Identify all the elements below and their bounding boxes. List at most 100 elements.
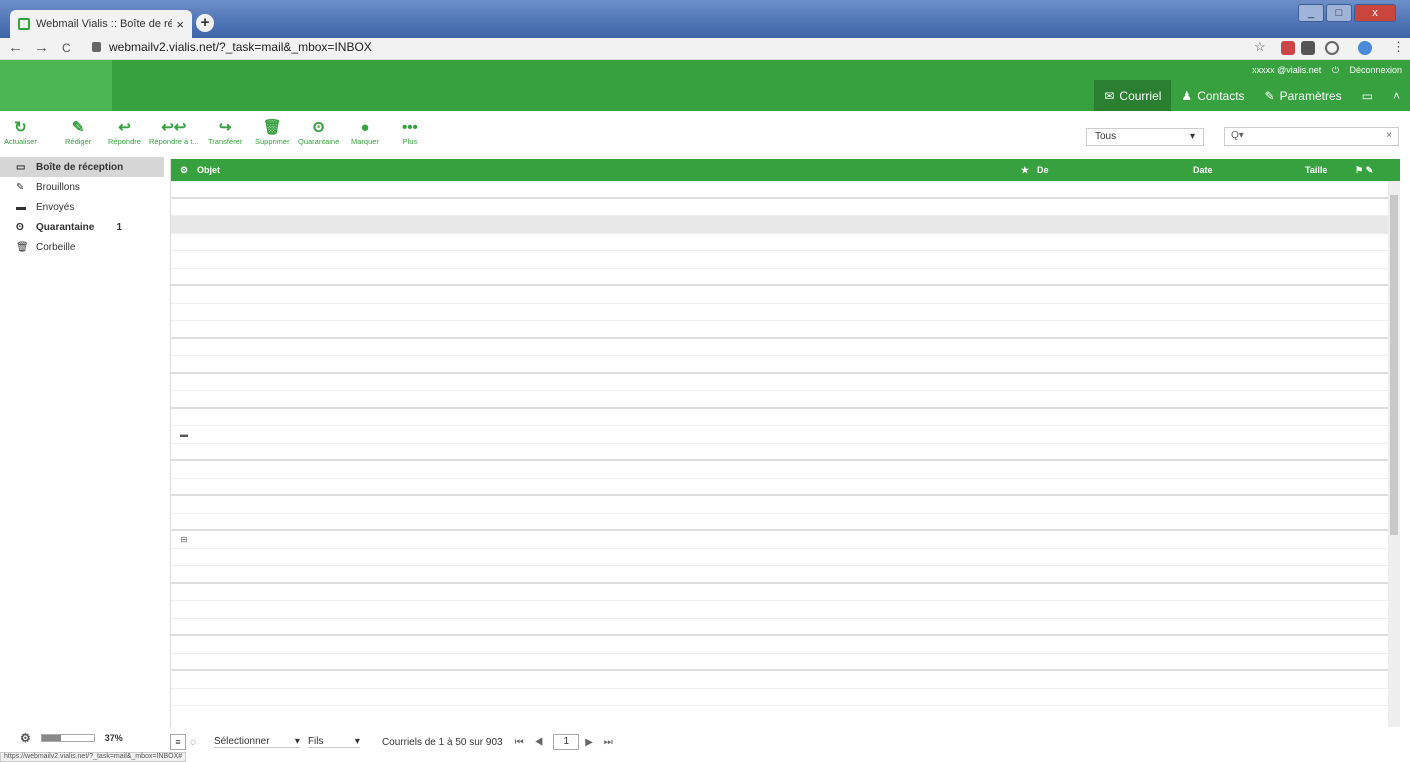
table-row[interactable] — [171, 689, 1400, 706]
minimize-button[interactable]: _ — [1298, 4, 1324, 22]
table-row[interactable] — [171, 391, 1400, 409]
wrench-icon: ✎ — [1264, 88, 1275, 103]
logout-link[interactable]: ⏻ Déconnexion — [1332, 65, 1402, 75]
list-view-button[interactable]: ≡ — [170, 734, 186, 750]
filter-select[interactable]: Tous ▾ — [1086, 128, 1204, 146]
quarantine-label: Quarantaine — [298, 137, 340, 146]
select-dropdown[interactable]: Sélectionner ▾ — [213, 736, 300, 748]
table-row[interactable] — [171, 269, 1400, 286]
table-row[interactable] — [171, 234, 1400, 251]
table-row[interactable] — [171, 549, 1400, 566]
table-row[interactable] — [171, 444, 1400, 461]
collapse-header[interactable]: ˄ — [1383, 80, 1410, 111]
forward-icon[interactable]: → — [34, 39, 49, 56]
reply-all-icon: ↩↩ — [161, 119, 187, 136]
tab-contacts[interactable]: ♟ Contacts — [1171, 80, 1254, 111]
more-button[interactable]: ••• Plus — [402, 119, 418, 146]
logo[interactable] — [0, 60, 112, 111]
quota-bar — [40, 734, 95, 742]
table-row[interactable]: ▬ — [171, 426, 1400, 444]
forward-button[interactable]: ↪ Transférer — [208, 119, 242, 146]
thread-view-icon[interactable]: ◌ — [190, 737, 196, 748]
table-row[interactable] — [171, 374, 1400, 391]
table-row[interactable] — [171, 671, 1400, 689]
mail-icon: ✉ — [1104, 88, 1115, 103]
profile-avatar[interactable] — [1358, 41, 1372, 55]
folder-drafts[interactable]: ✎ Brouillons — [0, 177, 164, 197]
table-row[interactable] — [171, 356, 1400, 374]
table-row[interactable] — [171, 461, 1400, 479]
close-window-button[interactable]: x — [1354, 4, 1396, 22]
quarantine-button[interactable]: ʘ Quarantaine — [298, 119, 339, 146]
table-row[interactable] — [171, 216, 1400, 234]
column-subject[interactable]: Objet ★ — [197, 165, 1037, 176]
table-row[interactable] — [171, 636, 1400, 654]
folder-inbox[interactable]: ▭ Boîte de réception — [0, 157, 164, 177]
list-scrollbar[interactable] — [1388, 181, 1400, 727]
folder-icon: ▬ — [16, 201, 26, 213]
browser-menu-icon[interactable]: ⋮ — [1392, 39, 1405, 55]
new-tab-button[interactable]: + — [196, 14, 214, 32]
tab-courriel[interactable]: ✉ Courriel — [1094, 80, 1172, 111]
reply-all-button[interactable]: ↩↩ Répondre à t... — [149, 119, 199, 146]
status-url: https://webmailv2.vialis.net/?_task=mail… — [0, 752, 187, 762]
browser-tab[interactable]: Webmail Vialis :: Boîte de récepti × — [10, 10, 192, 38]
reload-icon[interactable]: C — [62, 41, 71, 55]
table-row[interactable] — [171, 584, 1400, 601]
table-row[interactable] — [171, 654, 1400, 671]
first-prev-page-icon[interactable]: ⏮ ◀ — [515, 737, 548, 748]
tab-close-icon[interactable]: × — [176, 17, 184, 32]
clear-search-icon[interactable]: × — [1386, 130, 1392, 143]
user-email: xxxxx @vialis.net — [1252, 65, 1322, 75]
table-row[interactable] — [171, 181, 1400, 199]
column-size[interactable]: Taille — [1305, 165, 1355, 175]
page-number-input[interactable]: 1 — [553, 734, 580, 750]
threads-dropdown[interactable]: Fils ▾ — [307, 736, 360, 748]
column-from[interactable]: De — [1037, 165, 1193, 175]
maximize-button[interactable]: □ — [1326, 4, 1352, 22]
address-bar[interactable]: webmailv2.vialis.net/?_task=mail&_mbox=I… — [92, 40, 372, 54]
table-row[interactable] — [171, 321, 1400, 339]
list-options-icon[interactable]: ⚙ — [171, 165, 197, 176]
next-last-page-icon[interactable]: ▶ ⏭ — [585, 737, 616, 748]
circle-extension-icon[interactable] — [1325, 41, 1339, 55]
mark-button[interactable]: ● Marquer — [351, 119, 379, 146]
column-date[interactable]: Date — [1193, 165, 1305, 175]
table-row[interactable] — [171, 566, 1400, 584]
table-row[interactable] — [171, 251, 1400, 269]
settings-gear-icon[interactable]: ⚙ — [20, 731, 31, 745]
screen-toggle[interactable]: ▭ — [1352, 80, 1383, 111]
folder-sent[interactable]: ▬ Envoyés — [0, 197, 164, 217]
table-row[interactable] — [171, 496, 1400, 514]
search-icon[interactable]: Q▾ — [1231, 130, 1244, 143]
folder-label: Envoyés — [36, 201, 75, 213]
table-row[interactable] — [171, 479, 1400, 496]
table-row[interactable] — [171, 409, 1400, 426]
inbox-icon: ▭ — [16, 161, 26, 173]
quota-fill — [41, 735, 61, 741]
app-header: xxxxx @vialis.net ⏻ Déconnexion ✉ Courrie… — [0, 60, 1410, 111]
refresh-button[interactable]: ↻ Actualiser — [4, 119, 37, 146]
bookmark-star-icon[interactable]: ☆ — [1254, 39, 1266, 55]
folder-quarantine[interactable]: ʘ Quarantaine 1 — [0, 217, 164, 237]
thread-icon: ⊟ — [180, 534, 188, 544]
table-row[interactable] — [171, 339, 1400, 356]
table-row[interactable]: ⊟ — [171, 531, 1400, 549]
scrollbar-thumb[interactable] — [1390, 195, 1398, 535]
compose-button[interactable]: ✎ Rédiger — [65, 119, 91, 146]
extension-icon[interactable] — [1301, 41, 1315, 55]
table-row[interactable] — [171, 199, 1400, 216]
back-icon[interactable]: ← — [8, 39, 23, 56]
table-row[interactable] — [171, 304, 1400, 321]
chevron-down-icon: ▾ — [1189, 131, 1195, 142]
folder-trash[interactable]: 🗑 Corbeille — [0, 237, 164, 257]
search-input[interactable]: Q▾ × — [1224, 127, 1399, 146]
table-row[interactable] — [171, 286, 1400, 304]
delete-button[interactable]: 🗑 Supprimer — [255, 119, 290, 146]
tab-parametres[interactable]: ✎ Paramètres — [1255, 80, 1352, 111]
reply-button[interactable]: ↩ Répondre — [108, 119, 141, 146]
pdf-extension-icon[interactable] — [1281, 41, 1295, 55]
table-row[interactable] — [171, 619, 1400, 636]
table-row[interactable] — [171, 601, 1400, 619]
table-row[interactable] — [171, 514, 1400, 531]
